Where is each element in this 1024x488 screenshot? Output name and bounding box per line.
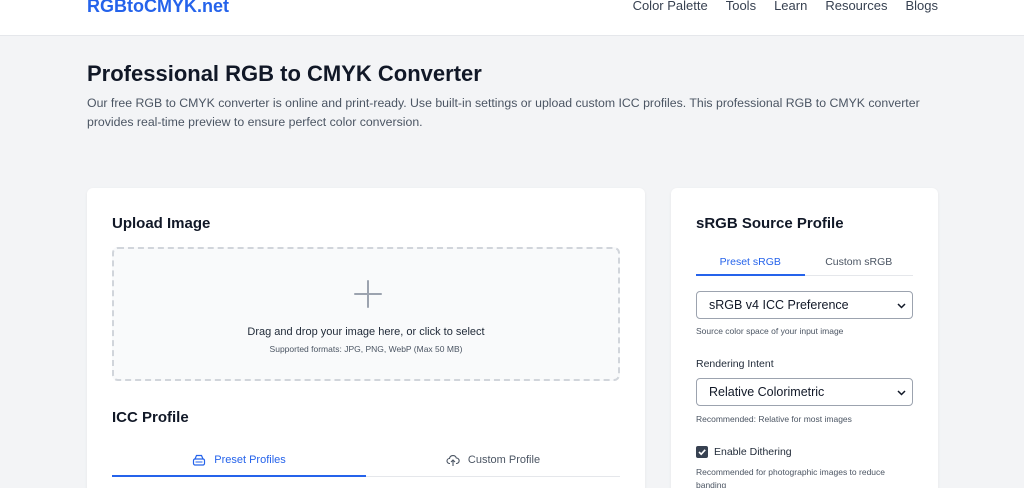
icc-profile-tabs: Preset Profiles Custom Profile: [112, 443, 620, 477]
icc-section-title: ICC Profile: [112, 409, 189, 426]
dithering-checkbox[interactable]: [696, 446, 708, 458]
page-title: Professional RGB to CMYK Converter: [87, 61, 482, 86]
chevron-down-icon: [897, 303, 906, 309]
nav-tools[interactable]: Tools: [726, 0, 756, 15]
upload-card: Upload Image Drag and drop your image he…: [87, 188, 645, 488]
tab-preset-profiles-label: Preset Profiles: [214, 453, 286, 466]
nav-color-palette[interactable]: Color Palette: [633, 0, 708, 15]
nav-blogs[interactable]: Blogs: [905, 0, 938, 15]
dropzone-instruction: Drag and drop your image here, or click …: [247, 326, 485, 338]
cloud-upload-icon: [446, 454, 460, 466]
checkmark-icon: [698, 449, 706, 456]
rendering-intent-label: Rendering Intent: [696, 358, 774, 370]
site-logo[interactable]: RGBtoCMYK.net: [87, 0, 229, 18]
tab-custom-srgb[interactable]: Custom sRGB: [805, 248, 914, 275]
dithering-label[interactable]: Enable Dithering: [714, 446, 792, 458]
tab-preset-srgb[interactable]: Preset sRGB: [696, 248, 805, 276]
tab-custom-profile[interactable]: Custom Profile: [366, 443, 620, 476]
plus-icon: [354, 280, 382, 308]
source-section-title: sRGB Source Profile: [696, 215, 844, 232]
rendering-intent-select[interactable]: Relative Colorimetric: [696, 378, 913, 406]
nav-learn[interactable]: Learn: [774, 0, 807, 15]
page-description: Our free RGB to CMYK converter is online…: [87, 96, 920, 129]
supported-formats: Supported formats: JPG, PNG, WebP (Max 5…: [269, 344, 463, 354]
tab-preset-profiles[interactable]: Preset Profiles: [112, 443, 366, 477]
drive-icon: [193, 454, 206, 466]
dithering-hint: Recommended for photographic images to r…: [696, 467, 885, 488]
nav-resources[interactable]: Resources: [825, 0, 887, 15]
rendering-intent-value: Relative Colorimetric: [709, 385, 825, 399]
source-profile-hint: Source color space of your input image: [696, 326, 844, 336]
source-profile-card: sRGB Source Profile Preset sRGB Custom s…: [671, 188, 938, 488]
main-nav: Color Palette Tools Learn Resources Blog…: [633, 0, 938, 15]
tab-custom-profile-label: Custom Profile: [467, 453, 541, 466]
source-profile-select[interactable]: sRGB v4 ICC Preference: [696, 291, 913, 319]
source-profile-value: sRGB v4 ICC Preference: [709, 298, 849, 312]
rendering-intent-hint: Recommended: Relative for most images: [696, 414, 852, 424]
image-dropzone[interactable]: Drag and drop your image here, or click …: [112, 247, 620, 381]
site-header: RGBtoCMYK.net Color Palette Tools Learn …: [0, 0, 1024, 36]
chevron-down-icon: [897, 390, 906, 396]
upload-section-title: Upload Image: [112, 215, 211, 232]
source-profile-tabs: Preset sRGB Custom sRGB: [696, 248, 913, 276]
